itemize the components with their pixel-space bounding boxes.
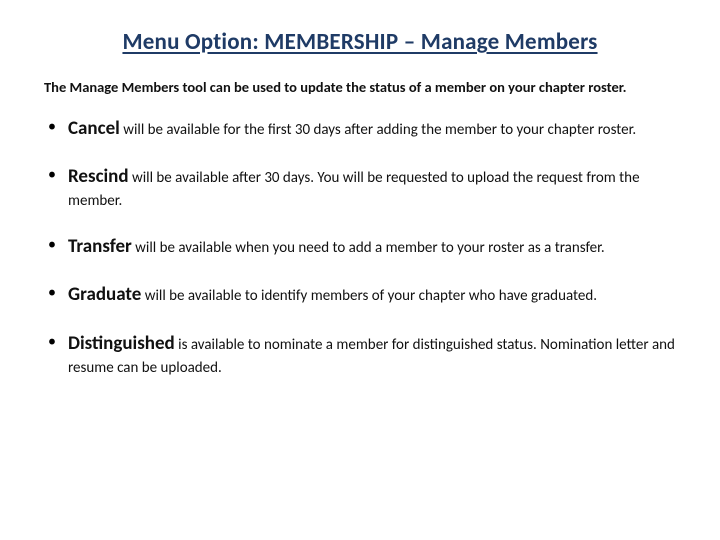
desc-rescind: will be available after 30 days. You wil… xyxy=(68,169,640,210)
slide: Menu Option: MEMBERSHIP – Manage Members… xyxy=(0,0,720,540)
list-item: Transfer will be available when you need… xyxy=(44,234,676,261)
term-graduate: Graduate xyxy=(68,283,141,306)
page-title: Menu Option: MEMBERSHIP – Manage Members xyxy=(44,28,676,56)
term-distinguished: Distinguished xyxy=(68,332,175,355)
desc-transfer: will be available when you need to add a… xyxy=(132,239,605,257)
term-rescind: Rescind xyxy=(68,165,129,188)
term-transfer: Transfer xyxy=(68,235,132,258)
list-item: Rescind will be available after 30 days.… xyxy=(44,164,676,212)
list-item: Cancel will be available for the first 3… xyxy=(44,116,676,143)
desc-graduate: will be available to identify members of… xyxy=(141,287,597,305)
term-cancel: Cancel xyxy=(68,117,120,140)
list-item: Distinguished is available to nominate a… xyxy=(44,331,676,379)
list-item: Graduate will be available to identify m… xyxy=(44,282,676,309)
option-list: Cancel will be available for the first 3… xyxy=(44,116,676,379)
desc-cancel: will be available for the first 30 days … xyxy=(120,121,636,139)
intro-text: The Manage Members tool can be used to u… xyxy=(44,78,676,98)
